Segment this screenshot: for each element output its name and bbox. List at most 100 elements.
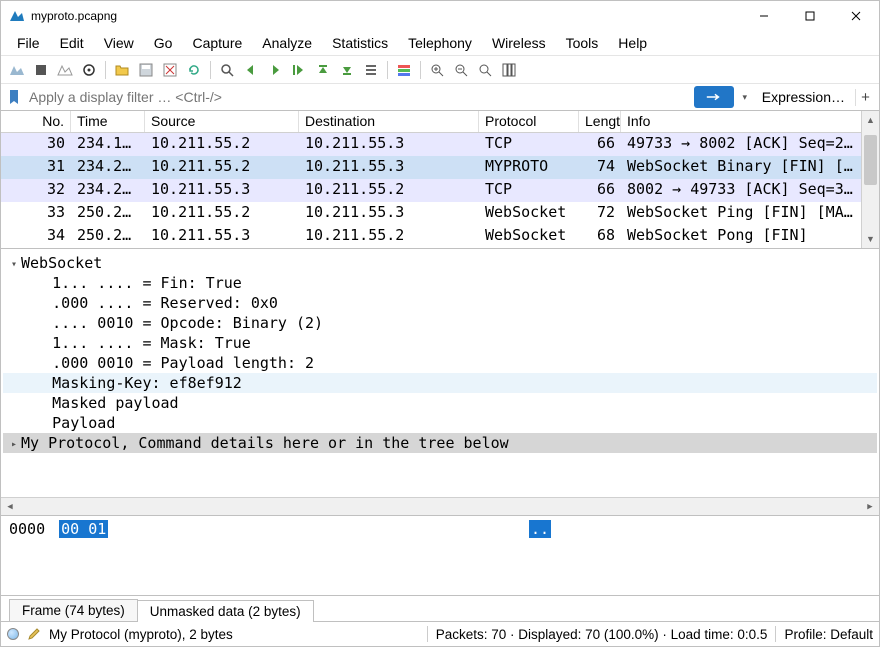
find-packet-button[interactable] xyxy=(215,58,239,82)
menu-edit[interactable]: Edit xyxy=(50,32,94,54)
packet-row[interactable]: 30234.1…10.211.55.210.211.55.3TCP6649733… xyxy=(1,133,879,156)
titlebar: myproto.pcapng xyxy=(1,1,879,31)
packet-row[interactable]: 32234.2…10.211.55.310.211.55.2TCP668002 … xyxy=(1,179,879,202)
column-header-time[interactable]: Time xyxy=(71,111,145,132)
go-forward-button[interactable] xyxy=(263,58,287,82)
scroll-thumb[interactable] xyxy=(864,135,877,185)
apply-filter-button[interactable] xyxy=(694,86,734,108)
go-first-button[interactable] xyxy=(311,58,335,82)
packet-row[interactable]: 34250.2…10.211.55.310.211.55.2WebSocket6… xyxy=(1,225,879,248)
expression-button[interactable]: Expression… xyxy=(756,89,851,105)
chevron-right-icon[interactable]: ▸ xyxy=(7,439,21,450)
zoom-in-button[interactable] xyxy=(425,58,449,82)
packet-row[interactable]: 31234.2…10.211.55.210.211.55.3MYPROTO74W… xyxy=(1,156,879,179)
status-packets-text: Packets: 70 · Displayed: 70 (100.0%) · L… xyxy=(436,627,768,642)
tab-unmasked-data[interactable]: Unmasked data (2 bytes) xyxy=(137,600,314,622)
zoom-reset-button[interactable] xyxy=(473,58,497,82)
status-proto-text: My Protocol (myproto), 2 bytes xyxy=(49,627,233,642)
column-header-proto[interactable]: Protocol xyxy=(479,111,579,132)
open-file-button[interactable] xyxy=(110,58,134,82)
menu-wireless[interactable]: Wireless xyxy=(482,32,556,54)
packet-list-header: No. Time Source Destination Protocol Len… xyxy=(1,111,879,133)
toolbar-divider xyxy=(210,61,211,79)
details-line[interactable]: Payload xyxy=(3,413,877,433)
menu-file[interactable]: File xyxy=(7,32,50,54)
toolbar-divider xyxy=(420,61,421,79)
window-title: myproto.pcapng xyxy=(31,9,741,23)
close-button[interactable] xyxy=(833,1,879,31)
resize-columns-button[interactable] xyxy=(497,58,521,82)
status-profile-text[interactable]: Profile: Default xyxy=(784,627,873,642)
scroll-up-icon[interactable]: ▲ xyxy=(862,111,879,129)
packet-details-pane: ▾WebSocket 1... .... = Fin: True .000 ..… xyxy=(1,249,879,516)
details-section-myproto[interactable]: ▸My Protocol, Command details here or in… xyxy=(3,433,877,453)
app-window: myproto.pcapng File Edit View Go Capture… xyxy=(0,0,880,647)
toolbar-divider xyxy=(387,61,388,79)
menu-telephony[interactable]: Telephony xyxy=(398,32,482,54)
packet-list-scrollbar[interactable]: ▲ ▼ xyxy=(861,111,879,248)
bookmark-icon[interactable] xyxy=(5,88,23,106)
main-toolbar xyxy=(1,55,879,83)
close-file-button[interactable] xyxy=(158,58,182,82)
packet-row[interactable]: 33250.2…10.211.55.210.211.55.3WebSocket7… xyxy=(1,202,879,225)
statusbar: My Protocol (myproto), 2 bytes Packets: … xyxy=(1,622,879,646)
expert-info-icon[interactable] xyxy=(7,628,19,640)
maximize-button[interactable] xyxy=(787,1,833,31)
add-filter-button[interactable]: + xyxy=(855,89,875,106)
details-line[interactable]: .... 0010 = Opcode: Binary (2) xyxy=(3,313,877,333)
scroll-left-icon[interactable]: ◀ xyxy=(1,502,19,512)
menubar: File Edit View Go Capture Analyze Statis… xyxy=(1,31,879,55)
scroll-right-icon[interactable]: ▶ xyxy=(861,502,879,512)
hex-offset: 0000 xyxy=(9,520,45,591)
column-header-length[interactable]: Lengtl xyxy=(579,111,621,132)
filter-bar: ▾ Expression… + xyxy=(1,83,879,111)
app-icon xyxy=(9,8,25,24)
capture-options-button[interactable] xyxy=(77,58,101,82)
details-section-websocket[interactable]: ▾WebSocket xyxy=(3,253,877,273)
start-capture-button[interactable] xyxy=(5,58,29,82)
menu-statistics[interactable]: Statistics xyxy=(322,32,398,54)
go-last-button[interactable] xyxy=(335,58,359,82)
hex-pane[interactable]: 0000 00 01 .. xyxy=(1,516,879,596)
menu-help[interactable]: Help xyxy=(608,32,657,54)
tab-frame[interactable]: Frame (74 bytes) xyxy=(9,599,138,621)
restart-capture-button[interactable] xyxy=(53,58,77,82)
column-header-source[interactable]: Source xyxy=(145,111,299,132)
status-separator xyxy=(775,626,776,642)
stop-capture-button[interactable] xyxy=(29,58,53,82)
display-filter-input[interactable] xyxy=(27,86,690,108)
details-line[interactable]: Masked payload xyxy=(3,393,877,413)
column-header-dest[interactable]: Destination xyxy=(299,111,479,132)
details-line[interactable]: 1... .... = Mask: True xyxy=(3,333,877,353)
details-horiz-scrollbar[interactable]: ◀ ▶ xyxy=(1,497,879,515)
details-line-selected[interactable]: Masking-Key: ef8ef912 xyxy=(3,373,877,393)
details-line[interactable]: .000 0010 = Payload length: 2 xyxy=(3,353,877,373)
column-header-no[interactable]: No. xyxy=(1,111,71,132)
packet-list-pane: No. Time Source Destination Protocol Len… xyxy=(1,111,879,249)
colorize-button[interactable] xyxy=(392,58,416,82)
save-file-button[interactable] xyxy=(134,58,158,82)
window-controls xyxy=(741,1,879,31)
edit-icon[interactable] xyxy=(27,627,41,641)
minimize-button[interactable] xyxy=(741,1,787,31)
zoom-out-button[interactable] xyxy=(449,58,473,82)
auto-scroll-button[interactable] xyxy=(359,58,383,82)
menu-analyze[interactable]: Analyze xyxy=(252,32,322,54)
menu-view[interactable]: View xyxy=(94,32,144,54)
hex-ascii: .. xyxy=(529,520,551,591)
status-separator xyxy=(427,626,428,642)
menu-tools[interactable]: Tools xyxy=(556,32,609,54)
details-line[interactable]: 1... .... = Fin: True xyxy=(3,273,877,293)
scroll-down-icon[interactable]: ▼ xyxy=(862,230,879,248)
hex-bytes: 00 01 xyxy=(59,520,108,591)
filter-history-dropdown[interactable]: ▾ xyxy=(738,92,752,103)
menu-go[interactable]: Go xyxy=(144,32,183,54)
menu-capture[interactable]: Capture xyxy=(182,32,252,54)
reload-button[interactable] xyxy=(182,58,206,82)
toolbar-divider xyxy=(105,61,106,79)
column-header-info[interactable]: Info xyxy=(621,111,879,132)
go-back-button[interactable] xyxy=(239,58,263,82)
chevron-down-icon[interactable]: ▾ xyxy=(7,259,21,270)
go-to-packet-button[interactable] xyxy=(287,58,311,82)
details-line[interactable]: .000 .... = Reserved: 0x0 xyxy=(3,293,877,313)
